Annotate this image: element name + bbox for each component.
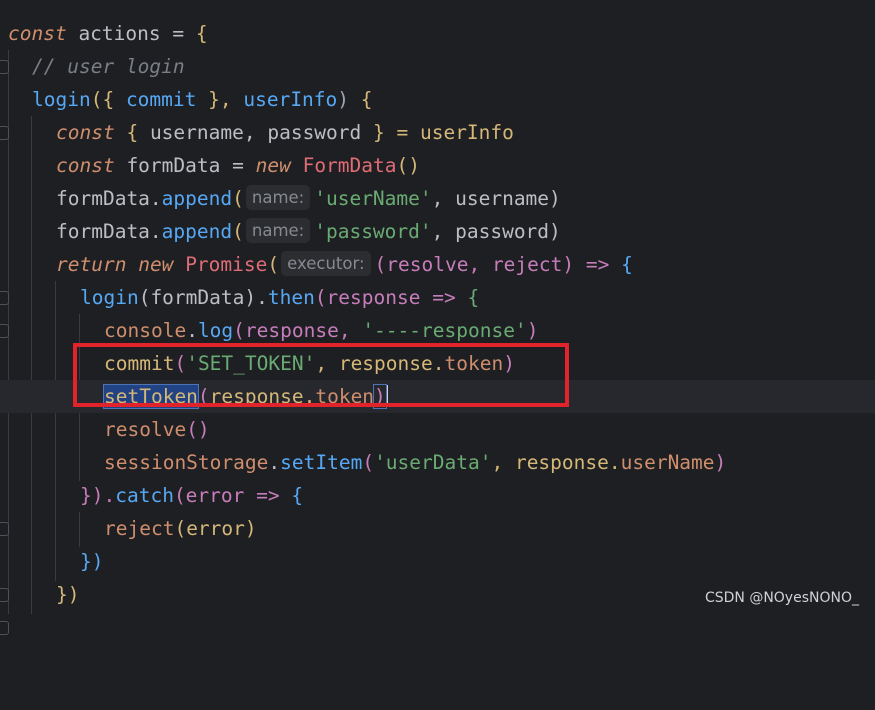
code-line[interactable]: }).catch(error => { [0, 479, 875, 536]
code-line[interactable]: formData.append(name:'userName', usernam… [0, 182, 875, 215]
code-line[interactable]: resolve() [0, 413, 875, 446]
highlight-box [73, 343, 569, 407]
code-line[interactable]: // user login [0, 50, 875, 83]
parameter-hint: name: [245, 185, 311, 210]
code-line[interactable]: reject(error) [0, 512, 875, 545]
watermark: CSDN @NOyesNONO_ [704, 590, 859, 606]
code-line[interactable]: formData.append(name:'password', passwor… [0, 215, 875, 248]
parameter-hint: name: [245, 218, 311, 243]
code-editor[interactable]: const actions = { // user login login({ … [0, 0, 875, 635]
code-line[interactable]: login(formData).then(response => { [0, 281, 875, 338]
code-line[interactable]: login({ commit }, userInfo) { [0, 83, 875, 140]
code-line[interactable]: const { username, password } = userInfo [0, 116, 875, 149]
code-line[interactable]: return new Promise(executor: (resolve, re… [0, 248, 875, 305]
parameter-hint: executor: [281, 251, 371, 276]
code-line[interactable]: }) [0, 545, 875, 602]
code-line[interactable]: sessionStorage.setItem('userData', respo… [0, 446, 875, 479]
fold-icon[interactable] [0, 621, 9, 635]
code-line[interactable]: const formData = new FormData() [0, 149, 875, 182]
code-line[interactable]: const actions = { [0, 17, 875, 74]
